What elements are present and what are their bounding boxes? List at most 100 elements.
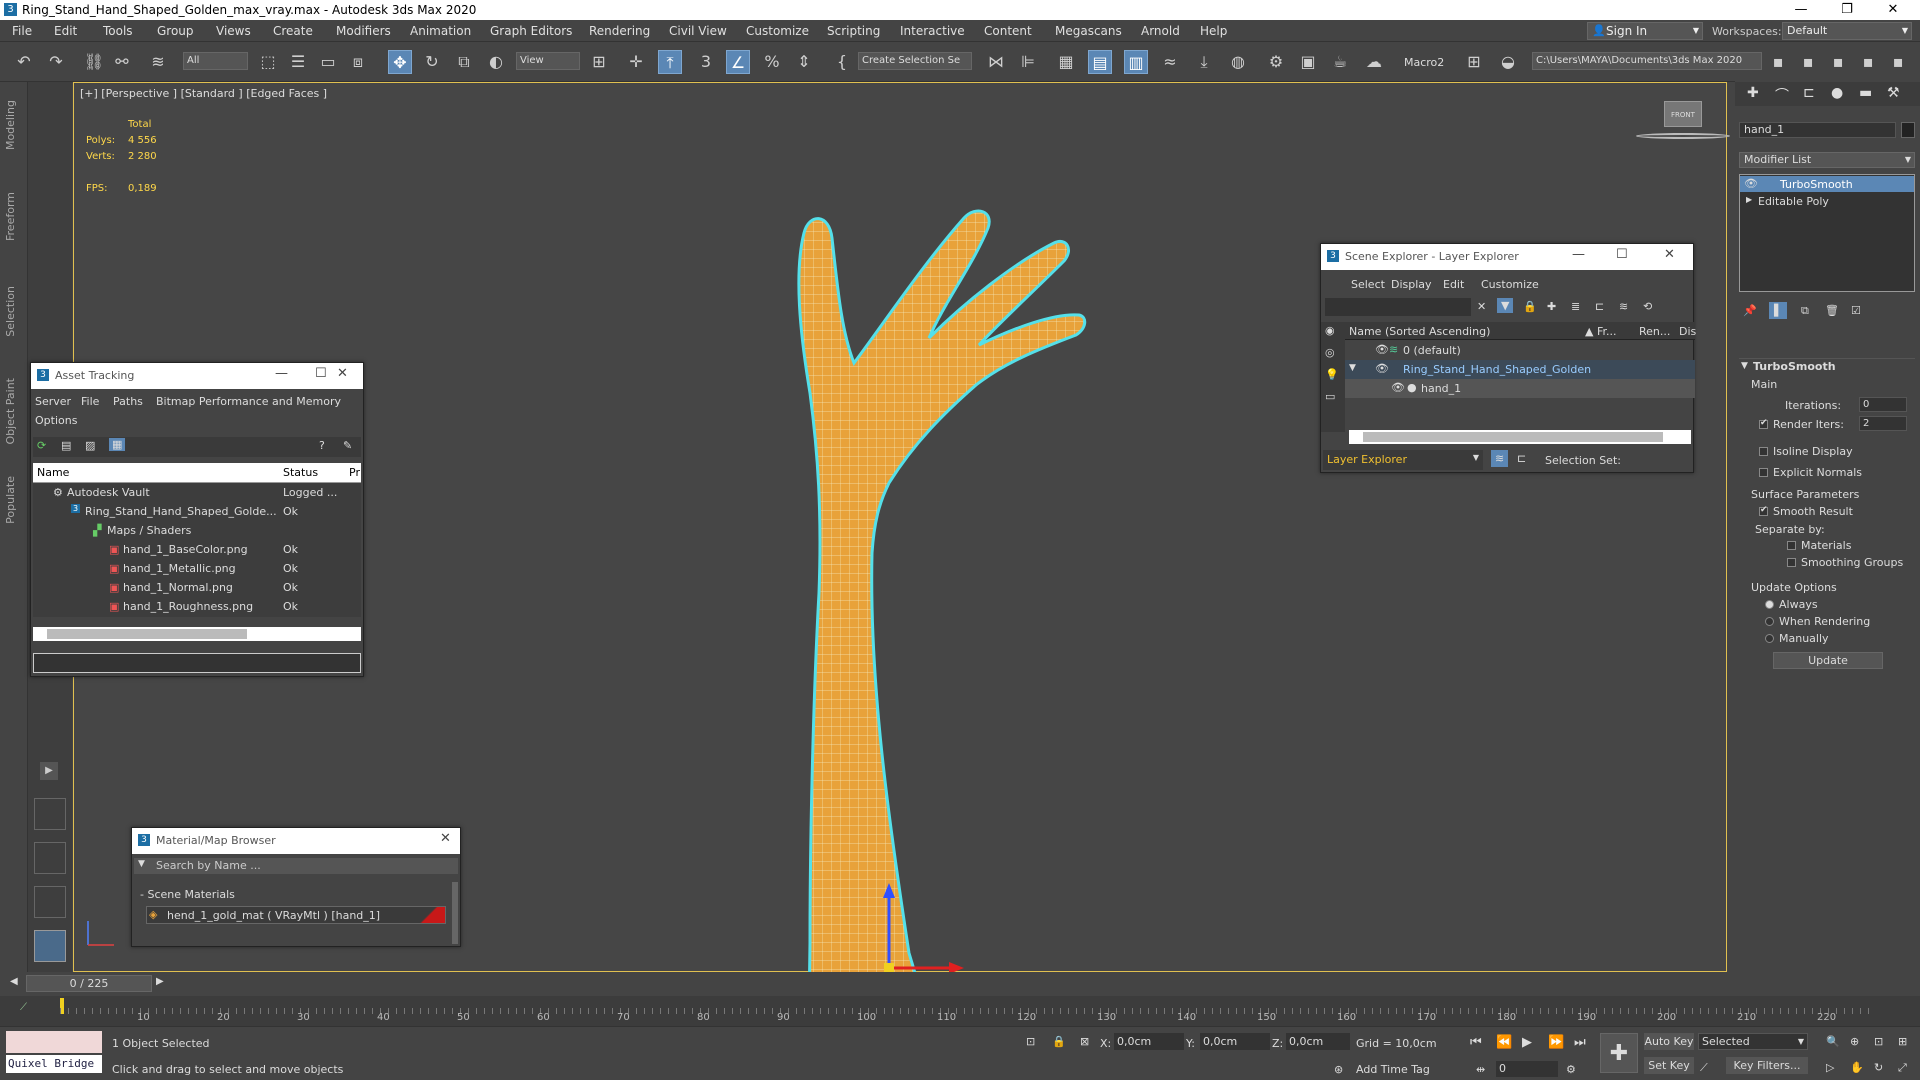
- configure-sets-icon[interactable]: ☑: [1851, 304, 1861, 317]
- menu-edit[interactable]: Edit: [54, 24, 77, 38]
- project-icon-4[interactable]: ▪: [1856, 50, 1880, 74]
- key-filters-button[interactable]: Key Filters...: [1726, 1057, 1808, 1074]
- rectangular-selection-icon[interactable]: ▭: [316, 50, 340, 74]
- object-color-swatch[interactable]: [1901, 122, 1915, 138]
- scene-explorer-titlebar[interactable]: 3 Scene Explorer - Layer Explorer — ☐ ✕: [1321, 244, 1693, 270]
- sync-icon[interactable]: ⟲: [1643, 300, 1652, 313]
- next-frame-icon[interactable]: ⏩: [1548, 1035, 1564, 1050]
- object-name-field[interactable]: hand_1: [1739, 122, 1896, 138]
- y-coordinate-field[interactable]: 0,0cm: [1200, 1033, 1270, 1050]
- list-item[interactable]: 👁 ● hand_1: [1345, 379, 1695, 398]
- manually-radio[interactable]: [1765, 634, 1774, 643]
- auto-key-button[interactable]: Auto Key: [1644, 1033, 1694, 1050]
- vault-icon[interactable]: ✎: [343, 439, 352, 452]
- asset-path-field[interactable]: [33, 653, 361, 673]
- project-icon-2[interactable]: ▪: [1796, 50, 1820, 74]
- pan-icon[interactable]: ✋: [1850, 1061, 1864, 1074]
- toggle-ribbon-icon[interactable]: ▥: [1124, 50, 1148, 74]
- stack-item-turbosmooth[interactable]: 👁 TurboSmooth: [1740, 176, 1914, 192]
- menu-select[interactable]: Select: [1351, 278, 1385, 291]
- link-icon[interactable]: ⛓: [82, 50, 106, 74]
- render-iters-checkbox[interactable]: [1759, 418, 1768, 429]
- menu-content[interactable]: Content: [984, 24, 1032, 38]
- megascans-icon[interactable]: ◒: [1496, 50, 1520, 74]
- menu-file[interactable]: File: [81, 395, 99, 408]
- asset-tracking-titlebar[interactable]: 3 Asset Tracking — ☐ ✕: [31, 363, 363, 389]
- clear-search-icon[interactable]: ✕: [1477, 300, 1486, 313]
- menu-display[interactable]: Display: [1391, 278, 1432, 291]
- zoom-icon[interactable]: 🔍: [1826, 1035, 1840, 1048]
- add-time-tag-button[interactable]: Add Time Tag: [1356, 1063, 1430, 1076]
- horizontal-scrollbar[interactable]: [33, 627, 361, 641]
- menu-arnold[interactable]: Arnold: [1141, 24, 1180, 38]
- close-icon[interactable]: ✕: [440, 831, 451, 846]
- col-status[interactable]: Status: [283, 466, 318, 479]
- keyboard-shortcut-override-icon[interactable]: ⤒: [658, 50, 682, 74]
- stack-item-editable-poly[interactable]: ▶ Editable Poly: [1740, 193, 1914, 209]
- orbit-icon[interactable]: ↻: [1874, 1061, 1883, 1074]
- hierarchy-toggle-icon[interactable]: ⊏: [1517, 452, 1526, 465]
- display-lights-icon[interactable]: 💡: [1325, 368, 1339, 381]
- eye-icon[interactable]: 👁: [1375, 362, 1389, 375]
- rendered-frame-window-icon[interactable]: ▣: [1296, 50, 1320, 74]
- tab-object-paint[interactable]: Object Paint: [4, 378, 17, 445]
- col-name[interactable]: Name (Sorted Ascending): [1349, 325, 1490, 338]
- list-item[interactable]: 👁 ≋ 0 (default): [1345, 341, 1695, 360]
- select-object-icon[interactable]: ⬚: [256, 50, 280, 74]
- menu-rendering[interactable]: Rendering: [589, 24, 650, 38]
- table-row[interactable]: ▣ hand_1_BaseColor.png Ok: [33, 540, 361, 559]
- scene-materials-section[interactable]: - Scene Materials: [140, 888, 235, 901]
- project-folder-select[interactable]: C:\Users\MAYA\Documents\3ds Max 2020: [1532, 52, 1762, 70]
- table-icon[interactable]: ▦: [109, 438, 126, 451]
- menu-file[interactable]: File: [12, 24, 32, 38]
- named-selection-set-select[interactable]: Create Selection Se: [858, 52, 972, 70]
- maximize-button[interactable]: ❐: [1824, 0, 1870, 20]
- chevron-down-icon[interactable]: ▼: [1349, 363, 1356, 373]
- snaps-toggle-icon[interactable]: 3: [694, 50, 718, 74]
- vertical-scrollbar[interactable]: [452, 882, 458, 944]
- quixel-bridge-field[interactable]: Quixel Bridge: [6, 1055, 102, 1073]
- time-slider-thumb[interactable]: 0 / 225: [26, 975, 152, 992]
- render-iters-spinner[interactable]: 2: [1859, 416, 1907, 431]
- stack-icon[interactable]: ≋: [1619, 300, 1628, 313]
- undo-icon[interactable]: ↶: [12, 50, 36, 74]
- col-display[interactable]: Dis: [1679, 325, 1696, 338]
- render-in-cloud-icon[interactable]: ☁: [1362, 50, 1386, 74]
- menu-paths[interactable]: Paths: [113, 395, 143, 408]
- menu-customize[interactable]: Customize: [746, 24, 809, 38]
- maximize-viewport-icon[interactable]: ⤢: [1898, 1061, 1907, 1075]
- motion-tab-icon[interactable]: ●: [1831, 85, 1843, 101]
- isolate-selection-icon[interactable]: ⊡: [1026, 1035, 1035, 1048]
- spinner-snap-icon[interactable]: ⇕: [792, 50, 816, 74]
- zoom-extents-all-icon[interactable]: ⊞: [1898, 1035, 1907, 1048]
- menu-scripting[interactable]: Scripting: [827, 24, 880, 38]
- track-bar[interactable]: ⟋ 10 20 30 40 50 60 70 80 90 100 110 120…: [0, 996, 1920, 1026]
- key-mode-icon[interactable]: ⇹: [1476, 1063, 1485, 1076]
- current-frame-field[interactable]: 0: [1496, 1061, 1558, 1077]
- refresh-icon[interactable]: ⟳: [37, 439, 46, 452]
- toggle-layer-explorer-icon[interactable]: ▤: [1088, 50, 1112, 74]
- tab-freeform[interactable]: Freeform: [4, 192, 17, 241]
- thumbnail-icon[interactable]: ▨: [85, 439, 95, 452]
- previous-frame-icon[interactable]: ⏪: [1496, 1035, 1512, 1050]
- maxscript-listener-mini[interactable]: [6, 1031, 102, 1053]
- layout-thumb-3[interactable]: [34, 886, 66, 918]
- chevron-left-icon[interactable]: ◀: [10, 976, 18, 987]
- materials-checkbox[interactable]: [1787, 541, 1796, 550]
- viewcube-ring[interactable]: [1636, 133, 1730, 139]
- create-tab-icon[interactable]: ✚: [1747, 85, 1759, 101]
- curve-editor-icon[interactable]: ≈: [1158, 50, 1182, 74]
- explorer-mode-select[interactable]: Layer Explorer ▼: [1323, 450, 1483, 470]
- close-button[interactable]: ✕: [1870, 0, 1916, 20]
- layers-toggle-icon[interactable]: ≋: [1491, 450, 1509, 467]
- layers-icon[interactable]: ≣: [1571, 300, 1580, 313]
- layout-thumb-2[interactable]: [34, 842, 66, 874]
- go-to-end-icon[interactable]: ⏭: [1574, 1035, 1586, 1050]
- grid-layout-icon[interactable]: ⊞: [1462, 50, 1486, 74]
- explicit-normals-checkbox[interactable]: [1759, 468, 1768, 477]
- viewport-label[interactable]: [+] [Perspective ] [Standard ] [Edged Fa…: [80, 87, 327, 100]
- minimize-button[interactable]: —: [1778, 0, 1824, 20]
- edit-named-selection-icon[interactable]: {: [830, 50, 854, 74]
- time-config-icon[interactable]: ⚙: [1566, 1063, 1576, 1076]
- display-geometry-icon[interactable]: ◎: [1325, 346, 1335, 359]
